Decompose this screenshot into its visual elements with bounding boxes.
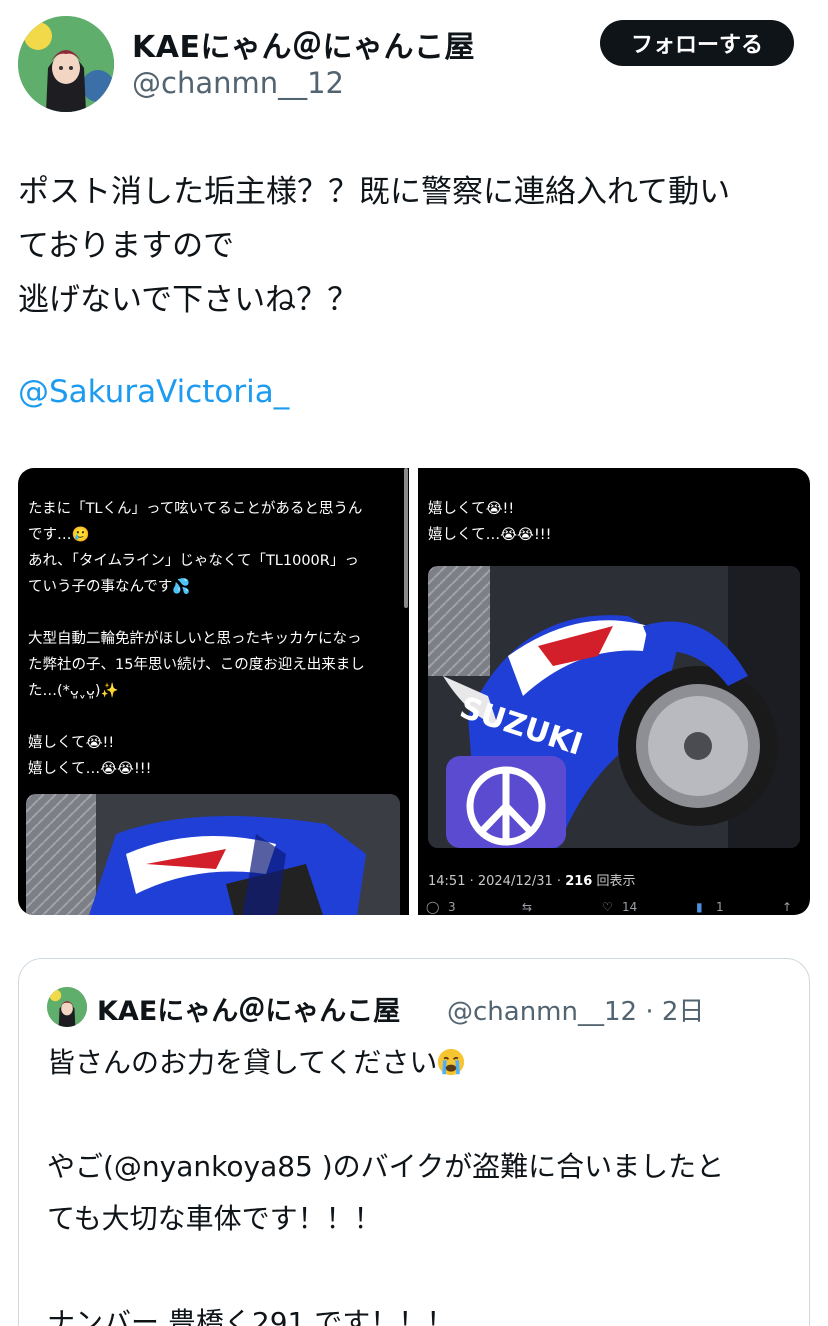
- bookmark-count: 1: [716, 900, 724, 914]
- crying-face-icon: [438, 1049, 465, 1076]
- screenshot-line: ていう子の事なんです💦: [28, 579, 191, 595]
- post-text-line: ポスト消した垢主様？？既に警察に連絡入れて動い: [18, 174, 731, 210]
- bike-photo: [26, 794, 400, 915]
- screenshot-gap: [28, 704, 400, 730]
- quoted-gap: [47, 1089, 787, 1141]
- screenshot-gap: [28, 600, 400, 626]
- quoted-display-name: KAEにゃん＠にゃんこ屋: [97, 996, 401, 1027]
- quoted-gap: [47, 1245, 787, 1297]
- quoted-text-line: ても大切な車体です！！！: [47, 1202, 382, 1235]
- screenshot-text: たまに「TLくん」って呟いてることがあると思うん です…🥲 あれ、「タイムライン…: [28, 496, 400, 782]
- display-name[interactable]: KAEにゃん＠にゃんこ屋: [132, 22, 475, 66]
- screenshot-line: た弊社の子、15年思い続け、この度お迎え出来まし: [28, 657, 365, 673]
- media-image-left[interactable]: たまに「TLくん」って呟いてることがあると思うん です…🥲 あれ、「タイムライン…: [18, 468, 409, 915]
- screenshot-line: 大型自動二輪免許がほしいと思ったキッカケになっ: [28, 631, 362, 647]
- share-icon: ↑: [782, 900, 793, 914]
- screenshot-text: 嬉しくて😭!! 嬉しくて…😭😭!!!: [428, 496, 800, 548]
- quoted-text-line: 皆さんのお力を貸してください: [47, 1037, 787, 1089]
- screenshot-line: 嬉しくて…😭😭!!!: [28, 761, 152, 777]
- avatar-icon: [47, 987, 87, 1027]
- quoted-number-line: ナンバー 豊橋く291 です！！！: [47, 1306, 455, 1326]
- tweet-page: KAEにゃん＠にゃんこ屋 @chanmn__12 フォローする ポスト消した垢主…: [0, 0, 828, 1326]
- avatar-icon: [18, 16, 114, 112]
- post-text-line: ておりますので: [18, 228, 235, 264]
- view-label: 回表示: [592, 874, 636, 889]
- bike-photo: SUZUKI: [428, 566, 800, 848]
- user-handle[interactable]: @chanmn__12: [132, 66, 344, 100]
- screenshot-line: 嬉しくて…😭😭!!!: [428, 527, 552, 543]
- screenshot-line: 嬉しくて😭!!: [28, 735, 115, 751]
- view-count: 216: [565, 874, 593, 889]
- scrollbar: [404, 468, 408, 608]
- like-icon: ♡: [602, 900, 613, 914]
- motorcycle-icon: [26, 794, 400, 915]
- post-timestamp: 14:51 · 2024/12/31 ·: [428, 874, 566, 889]
- avatar[interactable]: [18, 16, 114, 112]
- screenshot-line: た…(*ᴗ͈ˬᴗ͈)✨: [28, 683, 119, 699]
- media-grid: たまに「TLくん」って呟いてることがあると思うん です…🥲 あれ、「タイムライン…: [18, 468, 810, 915]
- quoted-text: 皆さんのお力を貸してください やご(@nyankoya85 )のバイクが盗難に合…: [47, 1037, 787, 1326]
- screenshot-line: たまに「TLくん」って呟いてることがあると思うん: [28, 501, 363, 517]
- media-image-right[interactable]: 嬉しくて😭!! 嬉しくて…😭😭!!! SUZUKI 14:51 · 2024/1…: [418, 468, 810, 915]
- like-count: 14: [622, 900, 638, 914]
- post-text: ポスト消した垢主様？？既に警察に連絡入れて動い ておりますので 逃げないで下さい…: [18, 165, 808, 327]
- screenshot-line: です…🥲: [28, 527, 90, 543]
- post-text-line: 逃げないで下さいね？？: [18, 282, 359, 318]
- reply-icon: ◯: [426, 900, 440, 914]
- screenshot-line: あれ、「タイムライン」じゃなくて「TL1000R」っ: [28, 553, 359, 569]
- quoted-avatar: [47, 987, 87, 1027]
- screenshot-action-row: ◯ 3 ⇆ ♡ 14 ▮ 1 ↑: [426, 900, 806, 915]
- motorcycle-icon: SUZUKI: [428, 566, 800, 848]
- post-meta: 14:51 · 2024/12/31 · 216 回表示: [428, 870, 635, 889]
- quoted-tweet[interactable]: KAEにゃん＠にゃんこ屋 @chanmn__12 · 2日 皆さんのお力を貸して…: [18, 958, 810, 1326]
- reply-count: 3: [448, 900, 456, 914]
- bookmark-icon: ▮: [696, 900, 703, 914]
- quoted-handle-time: @chanmn__12 · 2日: [447, 997, 705, 1027]
- mention-link[interactable]: @SakuraVictoria_: [18, 374, 289, 410]
- quoted-text-segment: 皆さんのお力を貸してください: [47, 1046, 438, 1079]
- quoted-text-line: やご(@nyankoya85 )のバイクが盗難に合いましたと: [47, 1150, 725, 1183]
- repost-icon: ⇆: [522, 900, 533, 914]
- follow-button[interactable]: フォローする: [600, 20, 794, 66]
- screenshot-line: 嬉しくて😭!!: [428, 501, 515, 517]
